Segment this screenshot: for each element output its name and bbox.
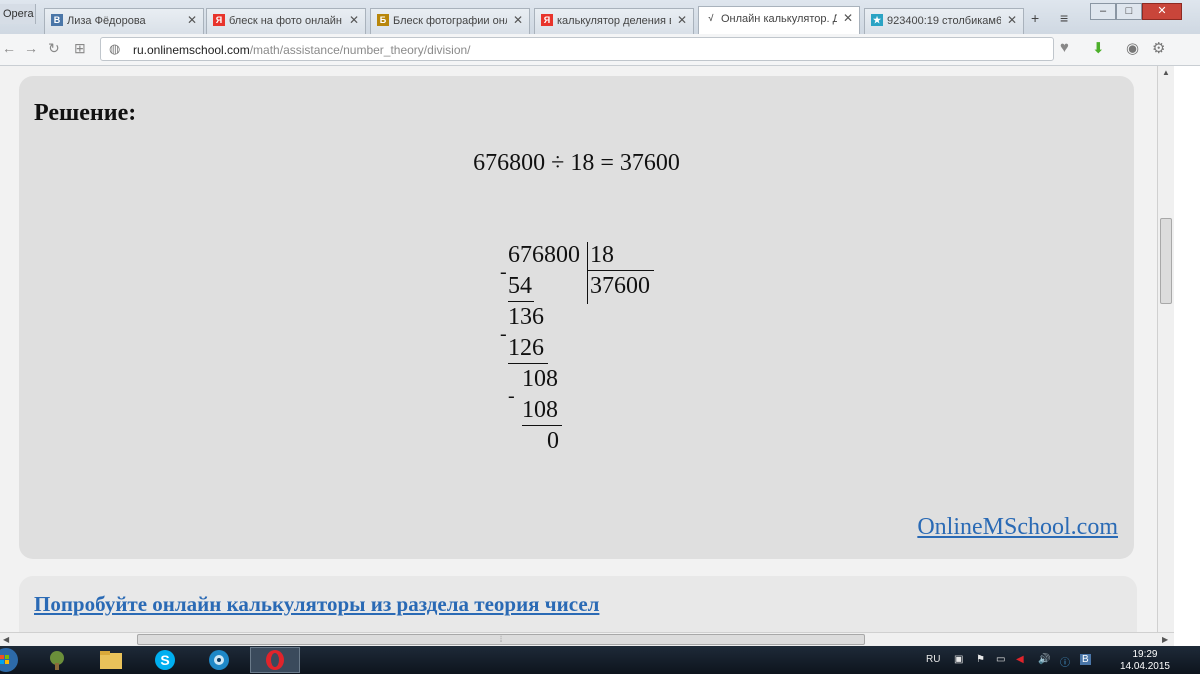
url-text[interactable]: ru.onlinemschool.com/math/assistance/num…: [133, 43, 471, 57]
clock-time: 19:29: [1132, 649, 1158, 660]
network-icon[interactable]: ▭: [996, 654, 1005, 665]
volume-icon[interactable]: 🔊: [1038, 654, 1050, 665]
dividend: 676800: [508, 242, 580, 268]
bookmark-heart-icon[interactable]: ♥: [1060, 39, 1069, 56]
close-tab-icon[interactable]: ✕: [187, 13, 197, 27]
tab-title: Блеск фотографии онла: [393, 15, 507, 27]
scroll-left-icon[interactable]: ◀: [3, 635, 9, 644]
svg-text:S: S: [160, 652, 169, 668]
step-remainder-2: 108: [522, 366, 558, 392]
navigation-bar: ← → ↻ ⊞ ◍ ru.onlinemschool.com/math/assi…: [0, 34, 1200, 66]
final-remainder: 0: [547, 428, 559, 454]
tab-yandex-search-1[interactable]: Я блеск на фото онлайн — ✕: [206, 8, 366, 34]
vk-tray-icon[interactable]: В: [1080, 654, 1091, 665]
minus-sign: -: [500, 261, 507, 283]
close-tab-icon[interactable]: ✕: [1007, 13, 1017, 27]
globe-icon: ◍: [109, 41, 121, 56]
sqrt-icon: √: [708, 13, 714, 23]
minus-sign: -: [508, 385, 515, 407]
opera-taskbar-button[interactable]: [250, 647, 300, 673]
url-host: ru.onlinemschool.com: [133, 43, 250, 57]
solution-title: Решение:: [34, 100, 137, 126]
vk-icon: В: [51, 14, 63, 26]
windows-taskbar: S RU ▣ ⚑ ▭ ◀ 🔊 ⓘ В 19:29 14.04.2015: [0, 646, 1200, 674]
minus-sign: -: [500, 323, 507, 345]
url-path: /math/assistance/number_theory/division/: [249, 43, 471, 57]
tab-title: 923400:19 столбикам6: [887, 15, 1001, 27]
close-window-button[interactable]: ✕: [1142, 3, 1182, 20]
opera-menu-button[interactable]: Opera: [0, 4, 36, 24]
webcam-icon[interactable]: [206, 649, 232, 671]
quotient: 37600: [590, 273, 650, 299]
gadget-icon[interactable]: [44, 649, 70, 671]
tab-title: Лиза Фёдорова: [67, 15, 146, 27]
tab-menu-icon[interactable]: ≡: [1060, 10, 1068, 26]
tab-title: Онлайн калькулятор. Де: [721, 13, 837, 25]
horizontal-scrollbar[interactable]: ◀ ⦙ ▶: [0, 632, 1174, 647]
opera-icon: [266, 650, 284, 670]
address-bar[interactable]: ◍ ru.onlinemschool.com/math/assistance/n…: [100, 37, 1054, 61]
promo-panel: Попробуйте онлайн калькуляторы из раздел…: [19, 576, 1137, 632]
division-equation: 676800 ÷ 18 = 37600: [473, 150, 680, 176]
clock-date: 14.04.2015: [1119, 661, 1170, 672]
tab-division-calculator[interactable]: √ Онлайн калькулятор. Де ✕: [698, 6, 860, 34]
close-tab-icon[interactable]: ✕: [677, 13, 687, 27]
step-line: [508, 301, 534, 302]
tab-title: блеск на фото онлайн —: [229, 15, 343, 27]
step-subtrahend-3: 108: [522, 397, 558, 423]
window-edge: [1174, 66, 1200, 646]
info-icon[interactable]: ⓘ: [1060, 654, 1070, 669]
tab-title: калькулятор деления в: [557, 15, 671, 27]
tab-yandex-search-2[interactable]: Я калькулятор деления в ✕: [534, 8, 694, 34]
reload-icon[interactable]: ↻: [48, 40, 60, 57]
forward-icon[interactable]: →: [24, 40, 38, 56]
file-explorer-icon[interactable]: [98, 649, 124, 671]
step-subtrahend-1: 54: [508, 273, 532, 299]
divisor-underline: [587, 270, 654, 271]
tray-app-icon[interactable]: ▣: [954, 654, 963, 665]
skype-icon[interactable]: S: [152, 649, 178, 671]
tab-vk[interactable]: В Лиза Фёдорова ✕: [44, 8, 204, 34]
back-icon[interactable]: ←: [2, 40, 16, 56]
horizontal-scroll-thumb[interactable]: ⦙: [137, 634, 865, 645]
download-icon[interactable]: ⬇: [1092, 39, 1105, 57]
page-content: Решение: 676800 ÷ 18 = 37600 676800 18 3…: [0, 66, 1157, 632]
onlinemschool-link[interactable]: OnlineMSchool.com: [917, 514, 1118, 541]
division-vertical-bar: [587, 242, 588, 304]
new-tab-icon[interactable]: +: [1031, 10, 1039, 26]
close-tab-icon[interactable]: ✕: [513, 13, 523, 27]
step-line: [508, 363, 548, 364]
start-button[interactable]: [0, 647, 22, 673]
site-icon: ★: [871, 14, 883, 26]
opera-tray-icon[interactable]: ◀: [1016, 654, 1024, 665]
yandex-icon: Я: [213, 14, 225, 26]
divisor: 18: [590, 242, 614, 268]
step-subtrahend-2: 126: [508, 335, 544, 361]
yandex-icon: Я: [541, 14, 553, 26]
step-line: [522, 425, 562, 426]
flag-icon[interactable]: ⚑: [976, 654, 985, 665]
language-indicator[interactable]: RU: [926, 654, 940, 665]
vertical-scroll-thumb[interactable]: [1160, 218, 1172, 304]
step-remainder-1: 136: [508, 304, 544, 330]
opera-turbo-icon[interactable]: ◉: [1126, 39, 1139, 57]
close-tab-icon[interactable]: ✕: [843, 11, 853, 25]
tab-photo-gloss[interactable]: Б Блеск фотографии онла ✕: [370, 8, 530, 34]
scroll-right-icon[interactable]: ▶: [1162, 635, 1168, 644]
taskbar-clock[interactable]: 19:29 14.04.2015: [1120, 649, 1170, 673]
opera-menu-icon[interactable]: ⚙: [1152, 39, 1165, 57]
close-tab-icon[interactable]: ✕: [349, 13, 359, 27]
tab-strip: Opera В Лиза Фёдорова ✕ Я блеск на фото …: [0, 0, 1200, 34]
minimize-button[interactable]: –: [1090, 3, 1116, 20]
vertical-scrollbar[interactable]: ▲: [1157, 66, 1175, 632]
maximize-button[interactable]: □: [1116, 3, 1142, 20]
solution-panel: Решение: 676800 ÷ 18 = 37600 676800 18 3…: [19, 76, 1134, 559]
number-theory-calculators-link[interactable]: Попробуйте онлайн калькуляторы из раздел…: [34, 592, 599, 617]
tab-column-division[interactable]: ★ 923400:19 столбикам6 ✕: [864, 8, 1024, 34]
scroll-up-icon[interactable]: ▲: [1162, 68, 1170, 77]
site-icon: Б: [377, 14, 389, 26]
speed-dial-icon[interactable]: ⊞: [74, 40, 86, 57]
